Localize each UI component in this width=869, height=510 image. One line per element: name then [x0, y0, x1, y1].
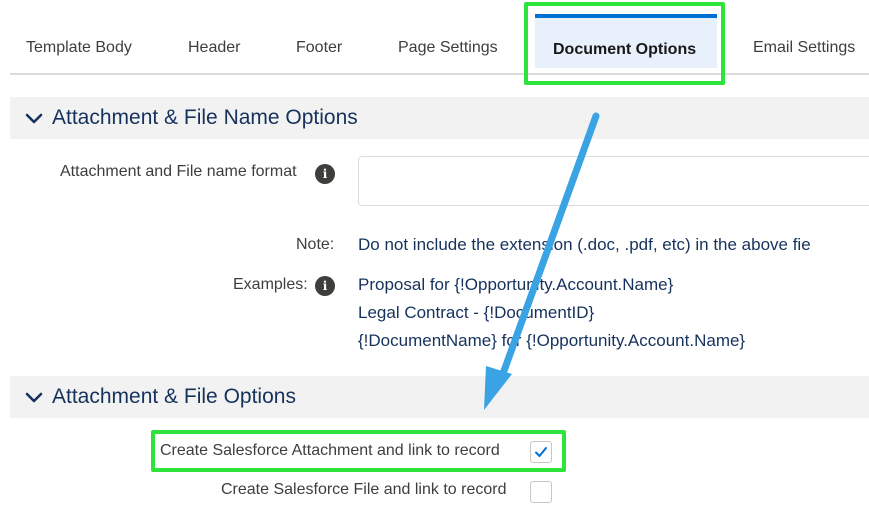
info-icon[interactable]: i [315, 276, 335, 296]
section-title: Attachment & File Name Options [52, 106, 358, 129]
name-format-input[interactable] [358, 156, 869, 206]
attachment-checkbox[interactable] [530, 441, 552, 463]
tab-page-settings[interactable]: Page Settings [398, 30, 498, 66]
tab-document-options[interactable]: Document Options [535, 14, 717, 68]
tab-header[interactable]: Header [188, 30, 240, 66]
check-icon [535, 447, 547, 457]
file-option-label: Create Salesforce File and link to recor… [221, 481, 507, 498]
examples-label: Examples: [233, 276, 308, 293]
tab-template-body[interactable]: Template Body [26, 30, 132, 66]
file-checkbox[interactable] [530, 481, 552, 503]
section-title: Attachment & File Options [52, 385, 296, 408]
name-format-label: Attachment and File name format [60, 163, 297, 180]
info-icon[interactable]: i [315, 164, 335, 184]
annotation-arrow [484, 112, 600, 410]
chevron-down-icon [25, 113, 43, 124]
chevron-down-icon [25, 392, 43, 403]
example-line: {!DocumentName} for {!Opportunity.Accoun… [358, 331, 746, 350]
attachment-option-label: Create Salesforce Attachment and link to… [160, 442, 500, 459]
section-header-name-options[interactable]: Attachment & File Name Options [10, 97, 869, 139]
example-line: Legal Contract - {!DocumentID} [358, 303, 595, 322]
example-line: Proposal for {!Opportunity.Account.Name} [358, 275, 674, 294]
tab-bar: Template Body Header Footer Page Setting… [10, 0, 869, 75]
note-label: Note: [296, 236, 335, 253]
tab-email-settings[interactable]: Email Settings [753, 30, 855, 66]
section-header-file-options[interactable]: Attachment & File Options [10, 376, 869, 418]
tab-footer[interactable]: Footer [296, 30, 342, 66]
note-text: Do not include the extension (.doc, .pdf… [358, 235, 811, 254]
